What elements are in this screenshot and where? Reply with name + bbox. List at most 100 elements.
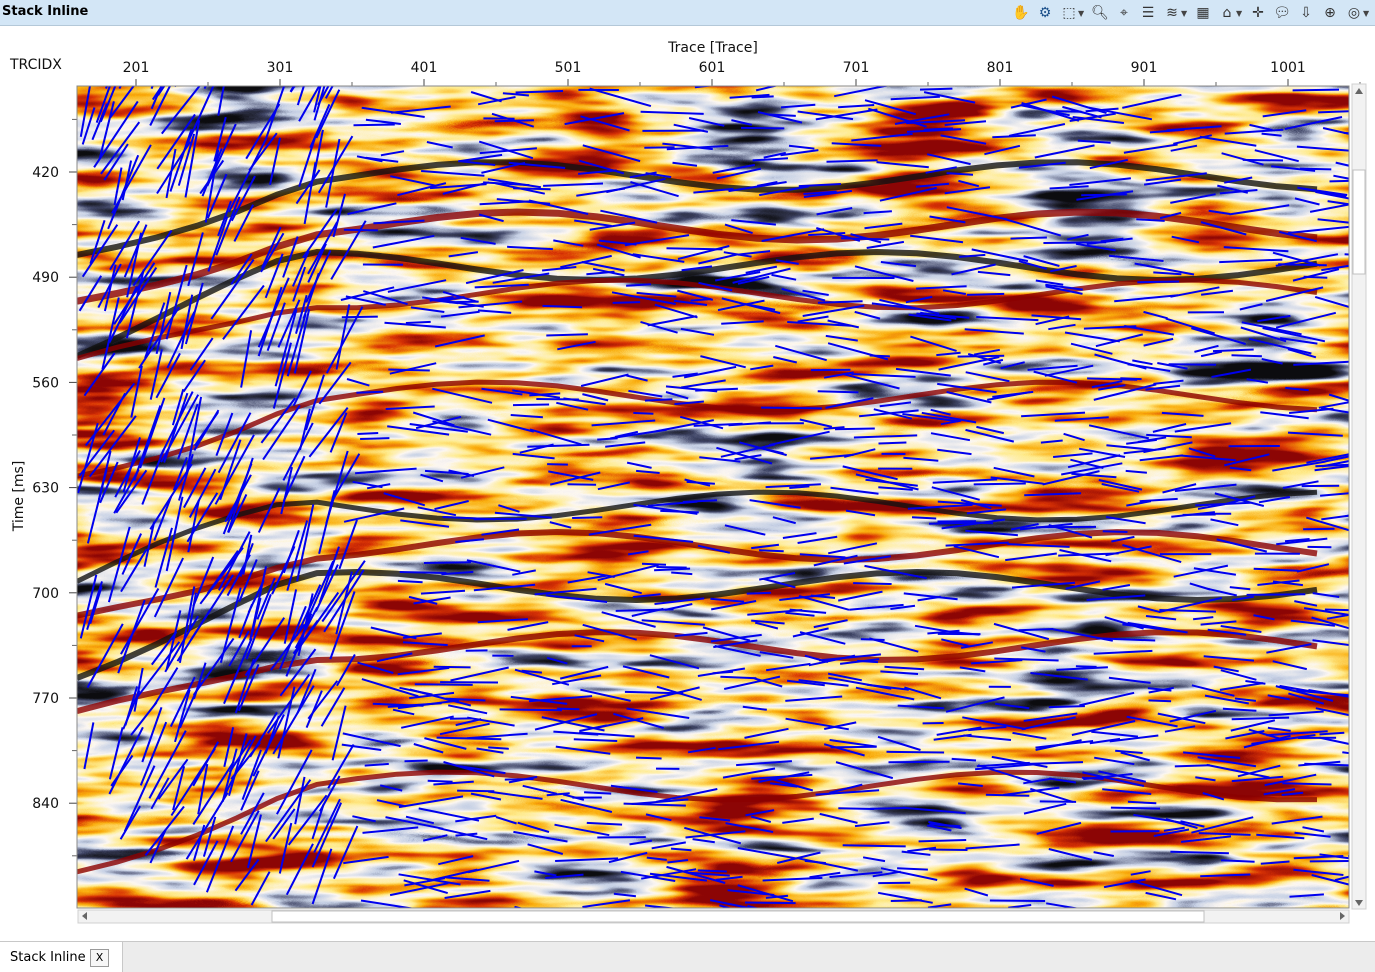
dip-stick (428, 781, 453, 782)
dip-stick (457, 791, 494, 792)
dip-stick (536, 399, 579, 400)
x-tick-label: 1001 (1270, 60, 1306, 76)
dip-stick (1221, 860, 1255, 861)
dip-stick (1282, 783, 1331, 784)
y-tick-label: 770 (32, 691, 59, 707)
settings-gear-icon[interactable]: ⚙ (1035, 3, 1055, 23)
dip-stick (291, 32, 325, 92)
dip-stick (870, 808, 907, 809)
x-tick-label: 801 (987, 60, 1014, 76)
dip-stick (912, 517, 936, 518)
seismic-viewer[interactable]: TRCIDX Trace [Trace] Time [ms] 201301401… (0, 26, 1375, 940)
dip-stick (870, 356, 890, 357)
dip-stick (204, 51, 224, 89)
dip-stick (106, 26, 137, 88)
histogram-dropdown-icon[interactable]: ▼ (1236, 9, 1244, 18)
dip-stick (543, 306, 583, 307)
dip-stick (1243, 160, 1283, 161)
histogram-icon[interactable]: ⌂ (1217, 3, 1237, 23)
dip-stick (1303, 529, 1334, 530)
dip-stick (513, 188, 551, 189)
dip-stick (398, 581, 423, 582)
dip-stick (698, 870, 727, 871)
dip-stick (291, 31, 331, 92)
trace-index-label: TRCIDX (9, 57, 62, 73)
vertical-scroll-thumb[interactable] (1353, 170, 1365, 274)
dip-stick (889, 762, 950, 763)
pan-hand-icon[interactable]: ✋ (1011, 3, 1031, 23)
dip-stick (500, 709, 562, 710)
y-tick-label: 840 (32, 796, 59, 812)
dip-stick (645, 399, 672, 400)
grid-icon[interactable]: ▦ (1193, 3, 1213, 23)
dip-stick (584, 792, 611, 793)
dip-stick (1076, 666, 1097, 667)
dip-stick (175, 26, 201, 87)
dip-stick (827, 160, 878, 161)
select-area-icon[interactable]: ⬚ (1059, 3, 1079, 23)
annotation-icon[interactable]: 💬︎ (1272, 3, 1292, 23)
dip-stick (636, 758, 662, 759)
dip-stick (1293, 90, 1339, 91)
compass-dropdown-icon[interactable]: ▼ (1363, 9, 1371, 18)
dip-stick (405, 761, 428, 762)
tab-stack-inline[interactable]: Stack Inline X (0, 942, 123, 972)
crosshair-icon[interactable]: ✛ (1248, 3, 1268, 23)
dip-stick (990, 901, 1045, 902)
dip-stick (1103, 531, 1128, 532)
dip-stick (400, 572, 447, 573)
window-title: Stack Inline (2, 4, 88, 19)
dip-stick (356, 392, 383, 393)
dip-stick (768, 115, 795, 116)
tab-label: Stack Inline (10, 950, 86, 965)
x-tick-label: 501 (555, 60, 582, 76)
dip-stick (920, 89, 952, 90)
dip-stick (152, 47, 170, 88)
pick-icon[interactable]: ⌖ (1114, 3, 1134, 23)
dip-stick (568, 484, 597, 485)
dip-stick (344, 230, 378, 231)
y-tick-label: 490 (32, 270, 59, 286)
zoom-fit-icon[interactable]: ⊕ (1320, 3, 1340, 23)
dip-stick (342, 317, 378, 318)
zoom-icon[interactable]: 🔍︎ (1090, 3, 1110, 23)
export-icon[interactable]: ⇩ (1296, 3, 1316, 23)
dip-stick (656, 567, 686, 568)
dip-stick (853, 583, 892, 584)
select-area-dropdown-icon[interactable]: ▼ (1078, 9, 1086, 18)
vertical-scrollbar[interactable] (1352, 84, 1366, 909)
dip-stick (597, 438, 617, 439)
dip-stick (1247, 594, 1306, 595)
dip-stick (1149, 700, 1172, 701)
dip-stick (1175, 765, 1210, 766)
dip-stick (761, 408, 822, 409)
dip-stick (818, 391, 859, 392)
dip-stick (879, 443, 907, 444)
dip-stick (424, 562, 471, 563)
dip-stick (557, 709, 579, 710)
window-titlebar: Stack Inline ✋ ⚙ ⬚ ▼ 🔍︎ ⌖ ☰ ≋ ▼ ▦ ⌂ ▼ ✛ … (0, 0, 1375, 26)
dip-stick (546, 334, 588, 335)
dip-stick (897, 868, 928, 869)
y-tick-label: 420 (32, 165, 59, 181)
dip-stick (633, 413, 653, 414)
dip-stick (838, 808, 874, 809)
dip-stick (747, 593, 771, 594)
wiggle-display-icon[interactable]: ≋ (1162, 3, 1182, 23)
horizontal-scroll-thumb[interactable] (272, 911, 1204, 922)
layers-icon[interactable]: ☰ (1138, 3, 1158, 23)
dip-stick (1300, 169, 1331, 170)
dip-stick (434, 667, 471, 668)
dip-stick (572, 517, 602, 518)
compass-icon[interactable]: ◎ (1344, 3, 1364, 23)
wiggle-dropdown-icon[interactable]: ▼ (1181, 9, 1189, 18)
dip-stick (843, 845, 906, 846)
dip-stick (1011, 238, 1047, 239)
seismic-plot[interactable]: TRCIDX Trace [Trace] Time [ms] 201301401… (0, 26, 1375, 940)
dip-stick (360, 438, 389, 439)
dip-stick (357, 433, 378, 434)
tab-close-button[interactable]: X (90, 949, 109, 967)
dip-stick (354, 125, 395, 126)
dip-stick (513, 405, 549, 406)
horizontal-scrollbar[interactable] (78, 910, 1349, 923)
